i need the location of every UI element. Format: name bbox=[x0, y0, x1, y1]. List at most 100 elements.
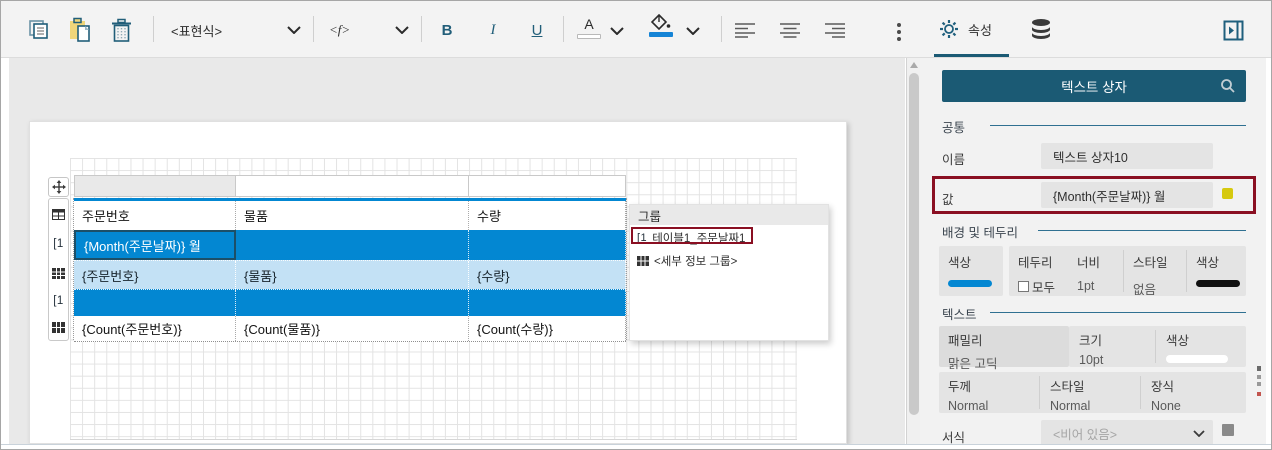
table-header-row[interactable]: 주문번호 물품 수량 bbox=[74, 201, 626, 230]
align-left-button[interactable] bbox=[733, 20, 757, 40]
fill-color-property-label: 색상 bbox=[948, 252, 1003, 271]
group-item-detail[interactable]: <세부 정보 그룹> bbox=[630, 252, 828, 270]
window-bottom-edge bbox=[1, 444, 1271, 450]
align-right-icon bbox=[825, 22, 845, 38]
tab-data[interactable] bbox=[1029, 17, 1053, 43]
italic-label: I bbox=[491, 22, 496, 39]
group-item-date[interactable]: [1 테이블1_주문날짜1 bbox=[630, 229, 828, 247]
border-color-label: 색상 bbox=[1196, 252, 1246, 271]
footer-cell[interactable]: {Count(물품)} bbox=[236, 316, 469, 341]
properties-title: 텍스트 상자 bbox=[1061, 76, 1127, 96]
fill-color-swatch bbox=[649, 32, 673, 37]
group-footer-row[interactable] bbox=[74, 289, 626, 316]
fill-color-property[interactable]: 색상 bbox=[939, 246, 1003, 296]
underline-label: U bbox=[532, 22, 543, 39]
table-move-handle[interactable] bbox=[48, 177, 69, 197]
font-style-property[interactable]: 스타일 Normal bbox=[1040, 372, 1140, 413]
row-handle-footer[interactable] bbox=[49, 314, 68, 340]
properties-title-bar: 텍스트 상자 bbox=[942, 70, 1246, 102]
border-all-checkbox[interactable] bbox=[1018, 281, 1029, 292]
font-size-color-group: 크기 10pt 색상 bbox=[1069, 326, 1246, 367]
italic-button[interactable]: I bbox=[481, 19, 505, 41]
border-style-property[interactable]: 스타일 없음 bbox=[1124, 246, 1186, 296]
underline-button[interactable]: U bbox=[525, 19, 549, 41]
scrollbar-up-arrow[interactable] bbox=[910, 62, 918, 68]
name-value: 텍스트 상자10 bbox=[1053, 147, 1128, 166]
selected-textbox-cell[interactable]: {Month(주문날짜)} 월 bbox=[74, 230, 236, 260]
scrollbar-thumb[interactable] bbox=[909, 73, 919, 415]
header-cell[interactable]: 수량 bbox=[469, 201, 626, 230]
paste-icon bbox=[67, 17, 93, 44]
font-color-property[interactable]: 색상 bbox=[1156, 326, 1246, 367]
search-icon[interactable] bbox=[1220, 78, 1236, 94]
fill-color-button[interactable] bbox=[647, 14, 675, 44]
border-style-label: 스타일 bbox=[1133, 252, 1186, 271]
border-width-label: 너비 bbox=[1077, 252, 1123, 271]
font-color-button[interactable]: A bbox=[575, 16, 603, 44]
font-style-value: Normal bbox=[1050, 399, 1140, 413]
border-property-group: 테두리 모두 너비 1pt 스타일 없음 색상 bbox=[1009, 246, 1246, 296]
font-weight-property[interactable]: 두께 Normal bbox=[939, 372, 1039, 413]
detail-cell[interactable]: {물품} bbox=[236, 261, 469, 289]
group-header-cell[interactable] bbox=[236, 230, 469, 260]
header-cell[interactable]: 주문번호 bbox=[74, 201, 236, 230]
detail-cell[interactable]: {수량} bbox=[469, 261, 626, 289]
fill-color-dropdown[interactable] bbox=[685, 25, 701, 37]
gear-icon bbox=[939, 19, 959, 39]
footer-cell[interactable]: {Count(주문번호)} bbox=[74, 316, 236, 341]
report-table[interactable]: 주문번호 물품 수량 {Month(주문날짜)} 월 {주문번호} {물품} {… bbox=[74, 198, 626, 342]
align-right-button[interactable] bbox=[823, 20, 847, 40]
row-handle-header[interactable] bbox=[49, 199, 68, 230]
group-footer-cell[interactable] bbox=[469, 290, 626, 316]
format-marker[interactable] bbox=[1222, 424, 1234, 436]
font-color-value-swatch bbox=[1166, 355, 1228, 363]
header-cell-text: 물품 bbox=[244, 206, 268, 225]
group-item-label: <세부 정보 그룹> bbox=[654, 253, 737, 269]
row-handle-detail[interactable] bbox=[49, 259, 68, 288]
header-cell[interactable]: 물품 bbox=[236, 201, 469, 230]
design-canvas[interactable]: [1 [1 주문번호 물품 수량 bbox=[9, 58, 905, 444]
delete-button[interactable] bbox=[109, 17, 133, 43]
font-size-value: 10pt bbox=[1079, 353, 1155, 367]
border-width-property[interactable]: 너비 1pt bbox=[1073, 246, 1123, 296]
row-gutter[interactable]: [1 [1 bbox=[48, 198, 69, 341]
group-footer-cell[interactable] bbox=[236, 290, 469, 316]
font-weight-label: 두께 bbox=[948, 376, 1039, 395]
tab-properties[interactable]: 속성 bbox=[939, 19, 992, 39]
format-dropdown[interactable]: <비어 있음> bbox=[1041, 420, 1213, 446]
expression-dropdown[interactable]: <표현식> bbox=[171, 16, 301, 44]
group-header-cell[interactable] bbox=[469, 230, 626, 260]
row-handle-group-footer[interactable]: [1 bbox=[49, 288, 68, 315]
detail-cell[interactable]: {주문번호} bbox=[74, 261, 236, 289]
value-field[interactable]: {Month(주문날짜)} 월 bbox=[1041, 182, 1213, 208]
expression-marker[interactable] bbox=[1222, 188, 1233, 199]
row-handle-group-header[interactable]: [1 bbox=[49, 230, 68, 260]
copy-button[interactable] bbox=[27, 18, 51, 42]
toolbar-overflow-button[interactable] bbox=[897, 20, 901, 44]
font-color-dropdown[interactable] bbox=[609, 25, 625, 37]
detail-row[interactable]: {주문번호} {물품} {수량} bbox=[74, 260, 626, 289]
column-selector-1[interactable] bbox=[74, 175, 236, 197]
collapse-panel-button[interactable] bbox=[1221, 18, 1245, 42]
group-header-row[interactable]: {Month(주문날짜)} 월 bbox=[74, 230, 626, 260]
name-field[interactable]: 텍스트 상자10 bbox=[1041, 143, 1213, 169]
table-footer-row[interactable]: {Count(주문번호)} {Count(물품)} {Count(수량)} bbox=[74, 316, 626, 342]
font-size-property[interactable]: 크기 10pt bbox=[1069, 326, 1155, 367]
function-dropdown[interactable]: <f> bbox=[329, 16, 409, 44]
toolbar-separator bbox=[563, 16, 564, 42]
footer-cell[interactable]: {Count(수량)} bbox=[469, 316, 626, 341]
chevron-down-icon bbox=[686, 27, 700, 35]
column-selector-2[interactable] bbox=[235, 175, 469, 197]
font-style-label: 스타일 bbox=[1050, 376, 1140, 395]
group-footer-cell[interactable] bbox=[74, 290, 236, 316]
border-property[interactable]: 테두리 모두 bbox=[1009, 246, 1073, 296]
font-decoration-property[interactable]: 장식 None bbox=[1141, 372, 1246, 413]
bold-button[interactable]: B bbox=[435, 19, 459, 41]
paste-button[interactable] bbox=[67, 16, 93, 44]
align-center-button[interactable] bbox=[778, 20, 802, 40]
column-selector-3[interactable] bbox=[468, 175, 626, 197]
group-bracket-icon: [1 bbox=[637, 232, 647, 244]
canvas-scrollbar[interactable] bbox=[906, 58, 920, 444]
font-family-property[interactable]: 패밀리 맑은 고딕 bbox=[939, 326, 1069, 367]
border-color-property[interactable]: 색상 bbox=[1187, 246, 1246, 296]
